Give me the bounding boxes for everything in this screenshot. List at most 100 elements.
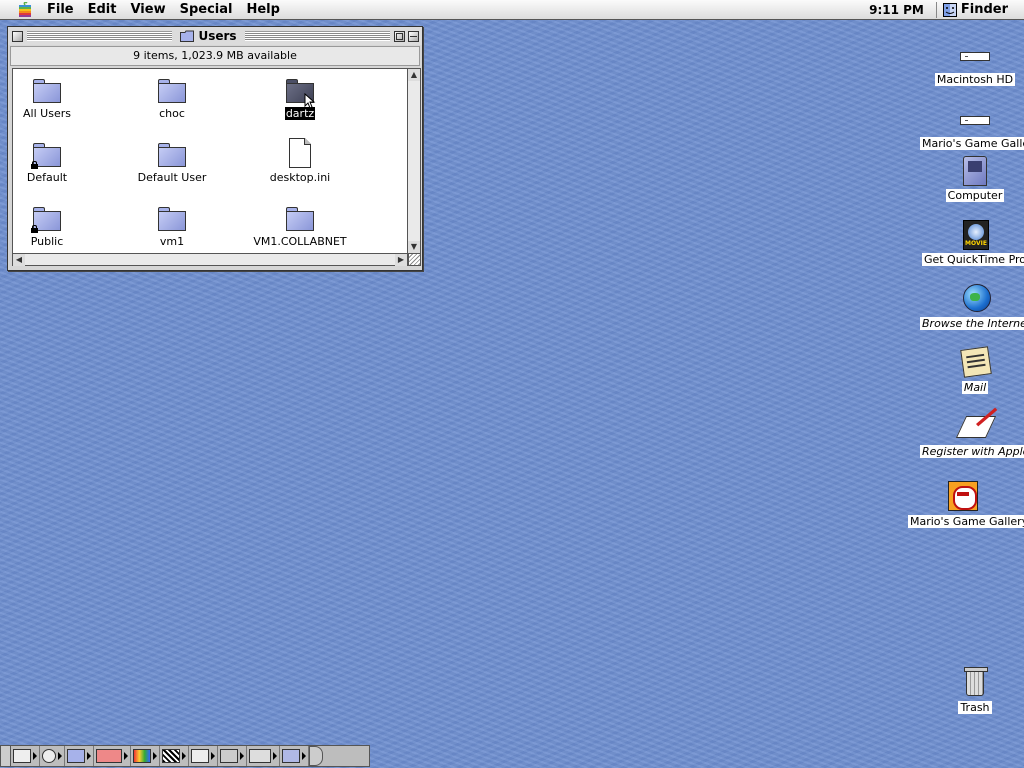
desktop-icon-label: Get QuickTime Pro bbox=[921, 253, 1024, 266]
control-strip-end-tab[interactable] bbox=[309, 746, 323, 766]
menu-help[interactable]: Help bbox=[239, 0, 286, 20]
locked-folder-icon bbox=[31, 201, 63, 233]
window-info-bar: 9 items, 1,023.9 MB available bbox=[10, 46, 420, 66]
folder-item-default[interactable]: Default bbox=[13, 137, 102, 184]
remote-access-icon bbox=[96, 749, 122, 763]
control-strip-module[interactable] bbox=[11, 746, 40, 766]
desktop-icon-label: Mail bbox=[961, 381, 989, 394]
folder-item-all-users[interactable]: All Users bbox=[13, 73, 102, 120]
vertical-scrollbar[interactable]: ▲ ▼ bbox=[408, 68, 421, 254]
folder-icon bbox=[180, 30, 195, 42]
finder-window-users: Users 9 items, 1,023.9 MB available All … bbox=[7, 26, 423, 271]
control-strip bbox=[0, 745, 370, 767]
item-label: All Users bbox=[23, 107, 71, 120]
window-title-group: Users bbox=[176, 29, 241, 43]
desktop-icon-label: Mario's Game Gallery bbox=[908, 515, 1024, 528]
menu-bar: File Edit View Special Help 9:11 PM Find… bbox=[0, 0, 1024, 20]
close-box-button[interactable] bbox=[12, 30, 23, 42]
desktop-icon-get-quicktime-pro[interactable]: Get QuickTime Pro bbox=[920, 218, 1024, 266]
menu-edit[interactable]: Edit bbox=[81, 0, 124, 20]
computer-icon bbox=[957, 154, 993, 188]
control-strip-module[interactable] bbox=[160, 746, 189, 766]
globe-icon bbox=[957, 282, 993, 316]
folder-item-default-user[interactable]: Default User bbox=[117, 137, 227, 184]
hard-drive-icon bbox=[957, 38, 993, 72]
zoom-box-button[interactable] bbox=[394, 30, 405, 42]
apple-icon bbox=[19, 1, 31, 17]
control-strip-module[interactable] bbox=[218, 746, 247, 766]
folder-item-vm1[interactable]: vm1 bbox=[117, 201, 227, 248]
collapse-box-button[interactable] bbox=[408, 30, 419, 42]
application-menu[interactable]: Finder bbox=[937, 0, 1024, 20]
menu-file[interactable]: File bbox=[40, 0, 81, 20]
desktop-icon-label: Trash bbox=[958, 701, 992, 714]
desktop-icon-marios-game-gallery-app[interactable]: Mario's Game Gallery bbox=[908, 480, 1024, 528]
item-label: desktop.ini bbox=[269, 171, 331, 184]
control-strip-module[interactable] bbox=[189, 746, 218, 766]
folder-item-vm1-collabnet[interactable]: VM1.COLLABNET bbox=[245, 201, 355, 248]
folder-icon bbox=[156, 201, 188, 233]
item-label: vm1 bbox=[159, 235, 185, 248]
trash-icon bbox=[957, 666, 993, 700]
application-menu-label: Finder bbox=[960, 2, 1008, 17]
window-content: All Users choc dartz Default Default Use… bbox=[12, 68, 408, 254]
control-strip-collapse-tab[interactable] bbox=[1, 746, 11, 766]
folder-icon bbox=[284, 201, 316, 233]
horizontal-scrollbar[interactable]: ◀ ▶ bbox=[12, 253, 408, 266]
folder-icon bbox=[156, 73, 188, 105]
control-strip-module[interactable] bbox=[131, 746, 160, 766]
title-stripes bbox=[244, 31, 390, 41]
control-strip-module[interactable] bbox=[94, 746, 131, 766]
apple-menu-icon[interactable] bbox=[14, 0, 36, 20]
scroll-down-arrow-icon[interactable]: ▼ bbox=[408, 241, 420, 253]
menu-special[interactable]: Special bbox=[173, 0, 240, 20]
folder-item-dartz[interactable]: dartz bbox=[245, 73, 355, 120]
folder-item-public[interactable]: Public bbox=[13, 201, 102, 248]
desktop-icon-label: Macintosh HD bbox=[934, 73, 1016, 86]
title-stripes bbox=[27, 31, 173, 41]
item-label: Default bbox=[26, 171, 68, 184]
monitor-icon bbox=[13, 749, 31, 763]
cursor-arrow-icon bbox=[304, 93, 316, 109]
desktop-icon-register-with-apple[interactable]: Register with Apple bbox=[920, 410, 1024, 458]
control-strip-module[interactable] bbox=[247, 746, 280, 766]
menu-clock[interactable]: 9:11 PM bbox=[857, 0, 936, 20]
desktop-icon-marios-game-gallery-volume[interactable]: Mario's Game Gallery bbox=[920, 102, 1024, 150]
folder-item-choc[interactable]: choc bbox=[117, 73, 227, 120]
control-strip-module[interactable] bbox=[280, 746, 309, 766]
register-icon bbox=[955, 410, 997, 444]
web-sharing-icon bbox=[282, 749, 300, 763]
desktop-icon-label: Computer bbox=[945, 189, 1005, 202]
desktop-icon-mail[interactable]: Mail bbox=[920, 346, 1024, 394]
folder-icon bbox=[31, 73, 63, 105]
desktop-icon-label: Browse the Internet bbox=[920, 317, 1024, 330]
menu-view[interactable]: View bbox=[123, 0, 172, 20]
sound-icon bbox=[249, 749, 271, 763]
desktop-icon-label: Register with Apple bbox=[920, 445, 1024, 458]
item-label: choc bbox=[159, 107, 185, 120]
document-icon bbox=[284, 137, 316, 169]
window-title: Users bbox=[198, 29, 237, 43]
printer-icon bbox=[191, 749, 209, 763]
window-title-bar[interactable]: Users bbox=[8, 27, 422, 45]
scroll-right-arrow-icon[interactable]: ▶ bbox=[395, 254, 407, 266]
desktop-icon-label: Mario's Game Gallery bbox=[920, 137, 1024, 150]
control-strip-module[interactable] bbox=[65, 746, 94, 766]
finder-icon bbox=[942, 2, 957, 17]
scroll-up-arrow-icon[interactable]: ▲ bbox=[408, 69, 420, 81]
quicktime-icon bbox=[957, 218, 993, 252]
file-sharing-icon bbox=[67, 749, 85, 763]
control-strip-module[interactable] bbox=[40, 746, 65, 766]
cd-icon bbox=[42, 749, 56, 763]
lock-icon bbox=[31, 225, 38, 233]
desktop-icon-trash[interactable]: Trash bbox=[920, 666, 1024, 714]
desktop-icon-browse-the-internet[interactable]: Browse the Internet bbox=[920, 282, 1024, 330]
desktop-icon-macintosh-hd[interactable]: Macintosh HD bbox=[920, 38, 1024, 86]
desktop-icon-computer[interactable]: Computer bbox=[920, 154, 1024, 202]
file-item-desktop-ini[interactable]: desktop.ini bbox=[245, 137, 355, 184]
folder-icon bbox=[284, 73, 316, 109]
resize-grow-box[interactable] bbox=[408, 253, 421, 266]
scroll-left-arrow-icon[interactable]: ◀ bbox=[13, 254, 25, 266]
item-label: Public bbox=[30, 235, 64, 248]
resolution-icon bbox=[162, 749, 180, 763]
